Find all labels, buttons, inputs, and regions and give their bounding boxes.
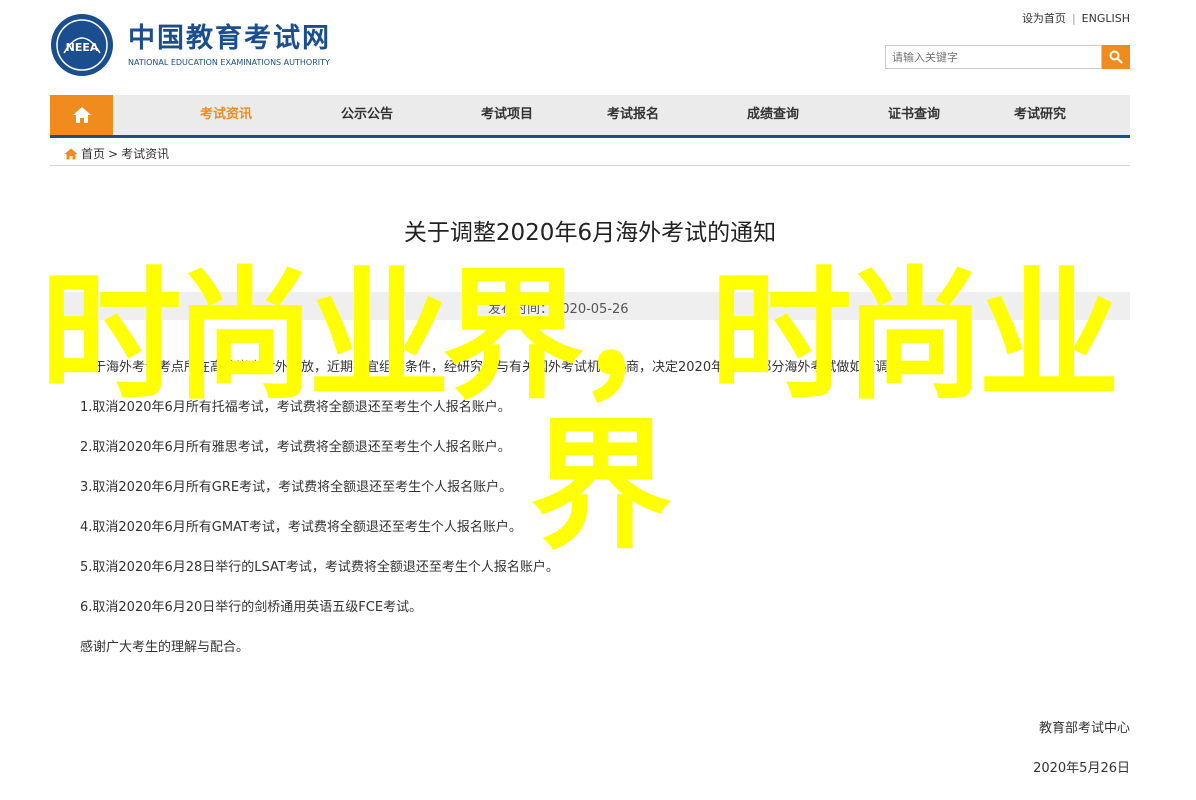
site-name-cn: 中国教育考试网 [128, 22, 331, 54]
neea-emblem-icon: NEEA [51, 14, 113, 76]
search-input[interactable] [885, 45, 1102, 69]
article-sign-date: 2020年5月26日 [1033, 761, 1130, 776]
breadcrumb-divider [50, 165, 1130, 166]
watermark-line-1: 时尚业界，时尚业 [40, 254, 1120, 419]
search-box [885, 45, 1130, 69]
svg-text:NEEA: NEEA [66, 41, 99, 54]
breadcrumb: 首页 > 考试资讯 [64, 145, 169, 162]
nav-item-exam-projects[interactable]: 考试项目 [481, 95, 533, 135]
nav-item-exam-research[interactable]: 考试研究 [1014, 95, 1066, 135]
article-item: 1.取消2020年6月所有托福考试，考试费将全额退还至考生个人报名账户。 [80, 400, 511, 415]
breadcrumb-separator: > [108, 146, 119, 161]
article-item: 4.取消2020年6月所有GMAT考试，考试费将全额退还至考生个人报名账户。 [80, 520, 522, 535]
top-links: 设为首页 | ENGLISH [1022, 10, 1130, 26]
search-button[interactable] [1102, 45, 1130, 69]
nav-item-exam-news[interactable]: 考试资讯 [200, 95, 252, 135]
site-name-en: NATIONAL EDUCATION EXAMINATIONS AUTHORIT… [128, 57, 330, 67]
home-icon [64, 148, 78, 159]
nav-item-registration[interactable]: 考试报名 [607, 95, 659, 135]
article-thanks: 感谢广大考生的理解与配合。 [80, 640, 250, 655]
nav-item-certificate-query[interactable]: 证书查询 [888, 95, 940, 135]
nav-home-button[interactable] [50, 95, 113, 135]
article-item: 2.取消2020年6月所有雅思考试，考试费将全额退还至考生个人报名账户。 [80, 440, 511, 455]
nav-item-score-query[interactable]: 成绩查询 [747, 95, 799, 135]
set-home-link[interactable]: 设为首页 [1022, 10, 1066, 26]
article-item: 3.取消2020年6月所有GRE考试，考试费将全额退还至考生个人报名账户。 [80, 480, 513, 495]
site-logo[interactable]: NEEA 中国教育考试网 NATIONAL EDUCATION EXAMINAT… [50, 13, 331, 77]
main-nav: 考试资讯 公示公告 考试项目 考试报名 成绩查询 证书查询 考试研究 [50, 95, 1130, 138]
article-item: 6.取消2020年6月20日举行的剑桥通用英语五级FCE考试。 [80, 600, 423, 615]
nav-item-announcements[interactable]: 公示公告 [341, 95, 393, 135]
search-icon [1109, 50, 1123, 64]
article-title: 关于调整2020年6月海外考试的通知 [403, 220, 777, 246]
breadcrumb-home-link[interactable]: 首页 [81, 145, 105, 162]
top-links-divider: | [1071, 12, 1076, 25]
home-icon [72, 107, 91, 123]
article-item: 5.取消2020年6月28日举行的LSAT考试，考试费将全额退还至考生个人报名账… [80, 560, 559, 575]
english-link[interactable]: ENGLISH [1082, 12, 1130, 25]
breadcrumb-current[interactable]: 考试资讯 [121, 145, 169, 162]
article-publish-date: 发布时间：2020-05-26 [488, 302, 629, 317]
article-signature: 教育部考试中心 [1038, 721, 1130, 736]
article-intro: 鉴于海外考试考点所在高校尚未对外开放，近期不宜组考条件，经研究并与有关国外考试机… [80, 360, 915, 375]
